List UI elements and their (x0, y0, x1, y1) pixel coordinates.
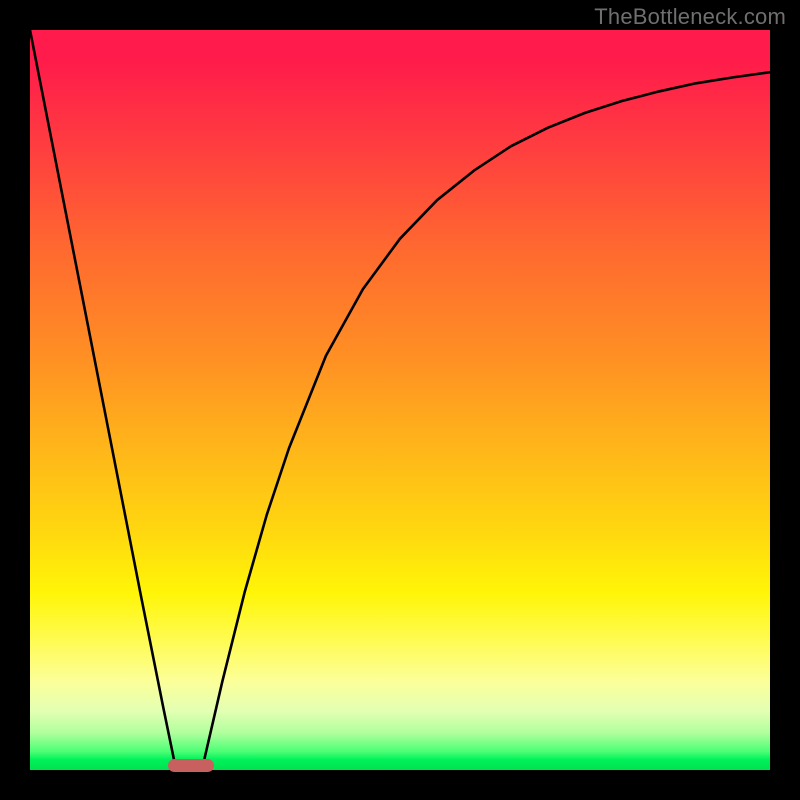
watermark-text: TheBottleneck.com (594, 4, 786, 30)
curve-right-leg (204, 72, 770, 761)
curve-left-leg (30, 30, 174, 761)
plot-area (30, 30, 770, 770)
chart-frame: TheBottleneck.com (0, 0, 800, 800)
minimum-marker (168, 759, 214, 772)
curve-layer (30, 30, 770, 770)
